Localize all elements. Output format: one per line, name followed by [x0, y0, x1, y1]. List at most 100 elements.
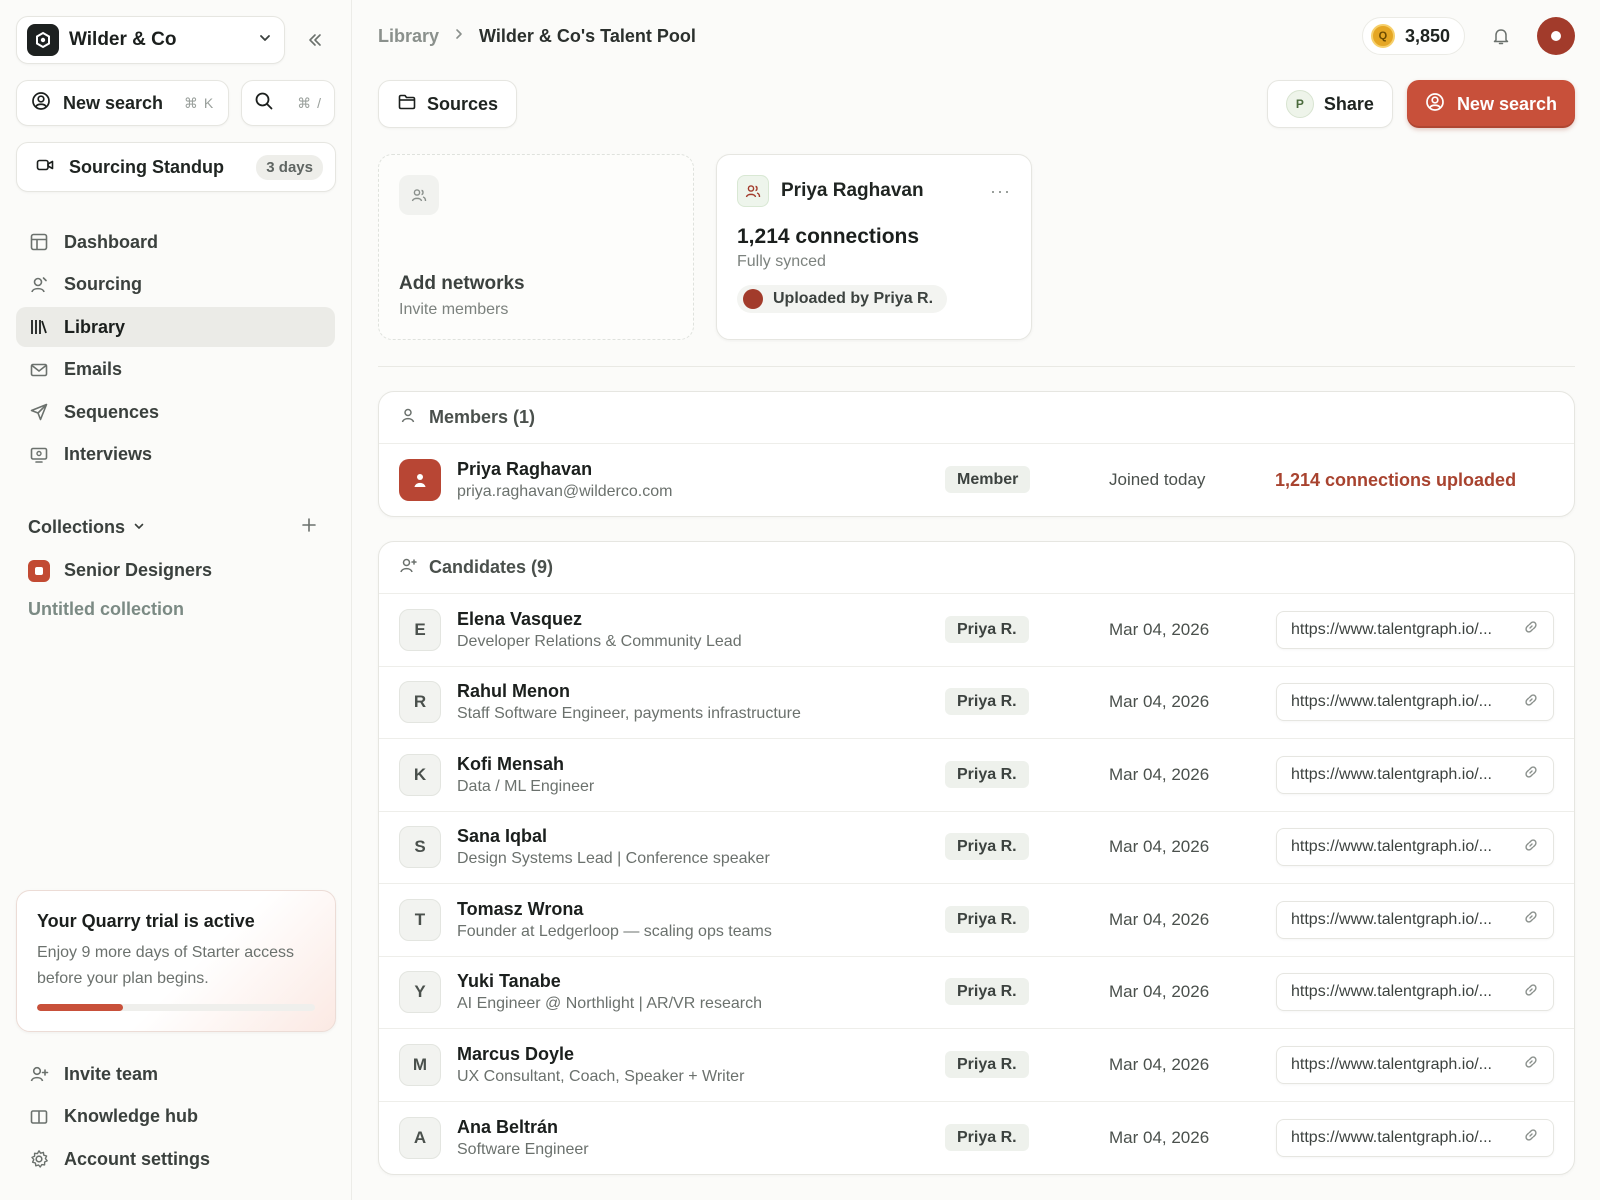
candidate-url: https://www.talentgraph.io/... — [1291, 983, 1492, 1001]
candidate-title: Data / ML Engineer — [457, 777, 595, 795]
monitor-icon — [28, 444, 50, 466]
add-networks-title: Add networks — [399, 273, 525, 294]
add-networks-card[interactable]: Add networks Invite members — [378, 154, 694, 340]
new-search-button[interactable]: New search — [1406, 80, 1575, 128]
candidate-profile-link[interactable]: https://www.talentgraph.io/... — [1276, 1118, 1554, 1157]
new-search-label: New search — [1456, 93, 1557, 114]
members-title: Members (1) — [429, 407, 536, 427]
member-row[interactable]: Priya Raghavan priya.raghavan@wilderco.c… — [379, 444, 1574, 516]
candidate-url: https://www.talentgraph.io/... — [1291, 910, 1492, 928]
candidate-row[interactable]: Y Yuki Tanabe AI Engineer @ Northlight | … — [379, 957, 1574, 1029]
candidate-title: UX Consultant, Coach, Speaker + Writer — [457, 1067, 745, 1085]
link-icon — [1523, 764, 1539, 785]
nav-item-interviews[interactable]: Interviews — [16, 435, 335, 475]
candidate-name: Kofi Mensah — [457, 753, 565, 774]
avatar — [743, 289, 763, 309]
more-options-icon[interactable]: ··· — [990, 181, 1011, 202]
candidate-profile-link[interactable]: https://www.talentgraph.io/... — [1276, 973, 1554, 1012]
quick-new-search-button[interactable]: New search ⌘ K — [16, 80, 230, 126]
candidate-profile-link[interactable]: https://www.talentgraph.io/... — [1276, 683, 1554, 722]
candidate-profile-link[interactable]: https://www.talentgraph.io/... — [1276, 828, 1554, 867]
collection-item-senior-designers[interactable]: Senior Designers — [16, 557, 335, 585]
nav-label: Dashboard — [64, 231, 159, 252]
user-plus-icon — [399, 556, 417, 579]
candidates-panel: Candidates (9) E Elena Vasquez Developer … — [378, 541, 1575, 1175]
candidate-profile-link[interactable]: https://www.talentgraph.io/... — [1276, 755, 1554, 794]
candidate-row[interactable]: E Elena Vasquez Developer Relations & Com… — [379, 594, 1574, 667]
candidate-initial: A — [399, 1116, 441, 1159]
candidate-title: Software Engineer — [457, 1140, 589, 1158]
nav-item-account-settings[interactable]: Account settings — [16, 1139, 336, 1179]
candidate-date: Mar 04, 2026 — [1109, 1127, 1210, 1147]
network-card[interactable]: Priya Raghavan ··· 1,214 connections Ful… — [716, 154, 1032, 340]
members-header: Members (1) — [379, 392, 1574, 444]
collapse-sidebar-icon[interactable] — [295, 20, 335, 60]
candidate-profile-link[interactable]: https://www.talentgraph.io/... — [1276, 900, 1554, 939]
member-name: Priya Raghavan — [457, 459, 593, 479]
candidate-row[interactable]: M Marcus Doyle UX Consultant, Coach, Spea… — [379, 1029, 1574, 1102]
candidate-date: Mar 04, 2026 — [1109, 1054, 1210, 1074]
members-panel: Members (1) Priya Raghavan priya.raghava… — [378, 391, 1575, 517]
candidate-name: Rahul Menon — [457, 681, 570, 702]
user-icon — [28, 274, 50, 296]
shortcut-hint: ⌘ / — [297, 94, 322, 111]
candidate-url: https://www.talentgraph.io/... — [1291, 765, 1492, 783]
candidate-row[interactable]: T Tomasz Wrona Founder at Ledgerloop — sc… — [379, 884, 1574, 957]
candidate-row[interactable]: K Kofi Mensah Data / ML Engineer Priya R.… — [379, 739, 1574, 812]
trial-card: Your Quarry trial is active Enjoy 9 more… — [16, 890, 336, 1032]
folder-icon — [397, 92, 417, 117]
trial-description: Enjoy 9 more days of Starter access befo… — [37, 944, 294, 987]
standup-label: Sourcing Standup — [69, 156, 224, 177]
nav-label: Emails — [64, 359, 123, 379]
main-nav: Dashboard Sourcing Library Emails Sequen… — [16, 222, 335, 475]
candidate-initial: E — [399, 608, 441, 651]
credits-badge[interactable]: Q 3,850 — [1361, 17, 1465, 55]
trial-progress-fill — [37, 1004, 124, 1011]
nav-item-sourcing[interactable]: Sourcing — [16, 265, 335, 305]
add-collection-icon[interactable] — [301, 517, 317, 538]
nav-item-library[interactable]: Library — [16, 307, 335, 347]
candidate-row[interactable]: A Ana Beltrán Software Engineer Priya R. … — [379, 1102, 1574, 1175]
member-connections-uploaded: 1,214 connections uploaded — [1275, 469, 1517, 490]
nav-label: Interviews — [64, 444, 153, 464]
nav-label: Knowledge hub — [64, 1106, 198, 1126]
candidate-name: Marcus Doyle — [457, 1043, 575, 1064]
collections-label[interactable]: Collections — [28, 517, 125, 538]
nav-item-dashboard[interactable]: Dashboard — [16, 222, 335, 262]
trial-progress-bar — [37, 1004, 315, 1011]
coin-icon: Q — [1370, 24, 1395, 48]
candidate-profile-link[interactable]: https://www.talentgraph.io/... — [1276, 610, 1554, 649]
member-joined: Joined today — [1109, 470, 1206, 489]
bell-icon[interactable] — [1481, 16, 1521, 56]
share-button[interactable]: P Share — [1266, 80, 1393, 128]
user-circle-icon — [1425, 92, 1445, 117]
member-role-badge: Member — [945, 466, 1031, 493]
link-icon — [1523, 837, 1539, 858]
nav-item-knowledge-hub[interactable]: Knowledge hub — [16, 1097, 336, 1137]
candidate-row[interactable]: S Sana Iqbal Design Systems Lead | Confer… — [379, 812, 1574, 884]
candidate-profile-link[interactable]: https://www.talentgraph.io/... — [1276, 1045, 1554, 1084]
users-icon — [399, 175, 439, 215]
collections-header: Collections — [16, 513, 335, 543]
nav-item-sequences[interactable]: Sequences — [16, 392, 335, 432]
org-switcher[interactable]: Wilder & Co — [16, 16, 286, 64]
link-icon — [1523, 909, 1539, 930]
candidate-title: Staff Software Engineer, payments infras… — [457, 705, 801, 723]
quick-new-search-label: New search — [63, 92, 164, 113]
candidate-url: https://www.talentgraph.io/... — [1291, 620, 1492, 638]
candidate-name: Yuki Tanabe — [457, 971, 561, 992]
candidate-initial: T — [399, 898, 441, 941]
nav-item-emails[interactable]: Emails — [16, 350, 335, 390]
candidate-row[interactable]: R Rahul Menon Staff Software Engineer, pa… — [379, 667, 1574, 739]
sources-button[interactable]: Sources — [378, 80, 518, 128]
chevron-down-icon[interactable] — [133, 519, 145, 537]
uploaded-by-label: Uploaded by Priya R. — [773, 290, 934, 307]
collection-item-untitled[interactable]: Untitled collection — [16, 599, 335, 620]
candidate-owner-badge: Priya R. — [945, 760, 1029, 788]
breadcrumb-root[interactable]: Library — [378, 26, 439, 47]
avatar[interactable] — [1537, 17, 1575, 55]
standup-button[interactable]: Sourcing Standup 3 days — [16, 142, 336, 192]
candidate-owner-badge: Priya R. — [945, 688, 1029, 716]
nav-item-invite-team[interactable]: Invite team — [16, 1054, 336, 1094]
quick-search-button[interactable]: ⌘ / — [241, 80, 335, 126]
